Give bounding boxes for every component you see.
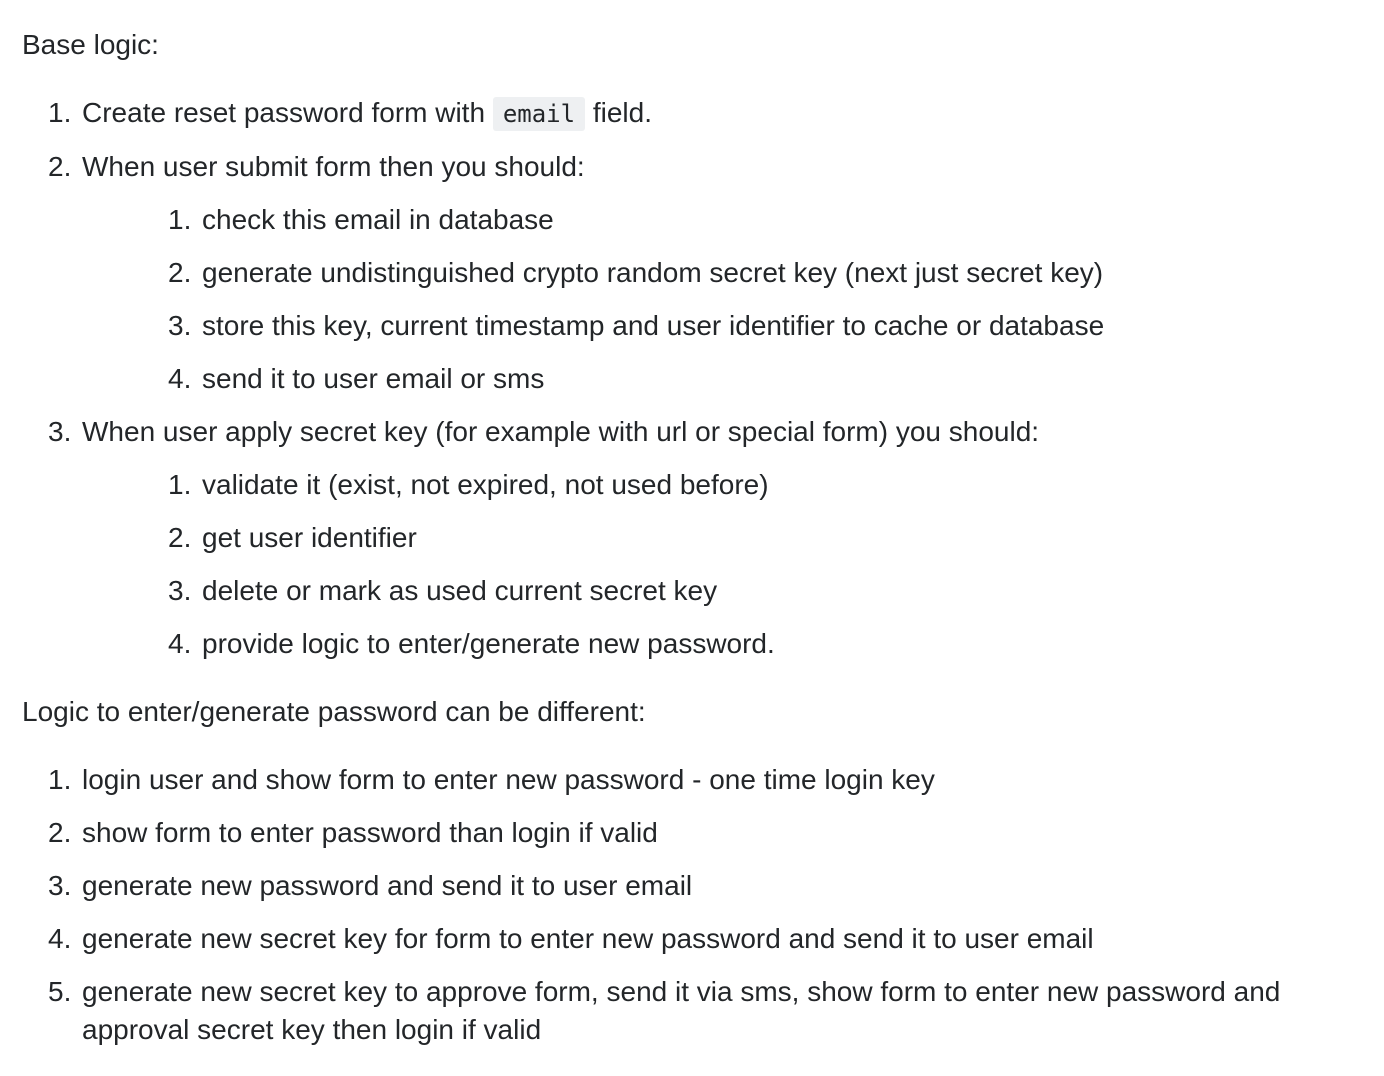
list-item-text: store this key, current timestamp and us… — [202, 310, 1105, 341]
list-number: 3. — [168, 575, 192, 606]
list-number: 4. — [168, 363, 192, 394]
list-item-text: login user and show form to enter new pa… — [82, 764, 935, 795]
list-item: 2. show form to enter password than logi… — [22, 814, 1374, 852]
list-number: 4. — [168, 628, 192, 659]
list-number: 1. — [48, 764, 72, 795]
list-item-text: Create reset password form with — [82, 97, 486, 128]
list-number: 3. — [48, 416, 72, 447]
list-number: 2. — [48, 817, 72, 848]
list-number: 4. — [48, 923, 72, 954]
alternatives-list: 1. login user and show form to enter new… — [22, 761, 1374, 1049]
nested-list-item: 4. send it to user email or sms — [82, 360, 1374, 398]
nested-list-item: 3. delete or mark as used current secret… — [82, 572, 1374, 610]
list-item-text: provide logic to enter/generate new pass… — [202, 628, 775, 659]
list-number: 1. — [168, 469, 192, 500]
list-item-text: generate undistinguished crypto random s… — [202, 257, 1104, 288]
nested-list: 1. validate it (exist, not expired, not … — [82, 466, 1374, 663]
list-item-text: generate new secret key for form to ente… — [82, 923, 1094, 954]
nested-list-item: 2. get user identifier — [82, 519, 1374, 557]
list-item: 1. login user and show form to enter new… — [22, 761, 1374, 799]
nested-list-item: 4. provide logic to enter/generate new p… — [82, 625, 1374, 663]
list-item-text: field. — [592, 97, 653, 128]
list-item-text: When user submit form then you should: — [82, 151, 585, 182]
list-number: 3. — [48, 870, 72, 901]
list-number: 1. — [48, 97, 72, 128]
list-item-text: check this email in database — [202, 204, 554, 235]
list-item-text: send it to user email or sms — [202, 363, 545, 394]
list-item-text: show form to enter password than login i… — [82, 817, 658, 848]
nested-list: 1. check this email in database 2. gener… — [82, 201, 1374, 398]
list-number: 2. — [48, 151, 72, 182]
answer-body: Base logic: 1. Create reset password for… — [22, 26, 1374, 1049]
alternatives-heading: Logic to enter/generate password can be … — [22, 696, 646, 727]
list-item: 3. When user apply secret key (for examp… — [22, 413, 1374, 663]
list-item: 1. Create reset password form with email… — [22, 94, 1374, 133]
base-logic-list: 1. Create reset password form with email… — [22, 94, 1374, 663]
list-number: 5. — [48, 976, 72, 1007]
list-item-text: delete or mark as used current secret ke… — [202, 575, 718, 606]
list-item: 2. When user submit form then you should… — [22, 148, 1374, 398]
list-item-text: validate it (exist, not expired, not use… — [202, 469, 769, 500]
list-number: 3. — [168, 310, 192, 341]
list-item: 5. generate new secret key to approve fo… — [22, 973, 1374, 1049]
nested-list-item: 2. generate undistinguished crypto rando… — [82, 254, 1374, 292]
inline-code: email — [492, 97, 586, 131]
nested-list-item: 3. store this key, current timestamp and… — [82, 307, 1374, 345]
list-item: 3. generate new password and send it to … — [22, 867, 1374, 905]
list-item-text: get user identifier — [202, 522, 417, 553]
list-number: 2. — [168, 257, 192, 288]
base-logic-heading: Base logic: — [22, 29, 159, 60]
list-item-text: When user apply secret key (for example … — [82, 416, 1040, 447]
list-item-text: generate new secret key to approve form,… — [82, 976, 1281, 1045]
list-item-text: generate new password and send it to use… — [82, 870, 693, 901]
list-number: 2. — [168, 522, 192, 553]
nested-list-item: 1. validate it (exist, not expired, not … — [82, 466, 1374, 504]
list-item: 4. generate new secret key for form to e… — [22, 920, 1374, 958]
list-number: 1. — [168, 204, 192, 235]
nested-list-item: 1. check this email in database — [82, 201, 1374, 239]
